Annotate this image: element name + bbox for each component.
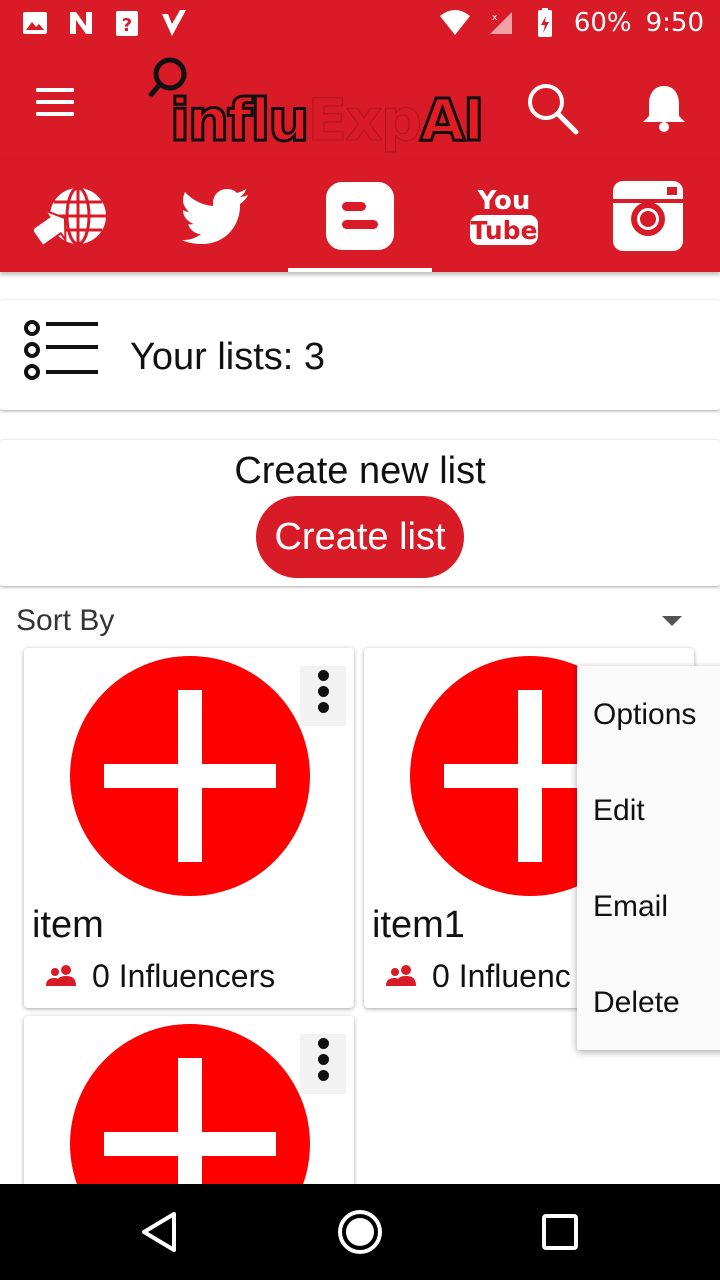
options-popup-menu: Options Edit Email Delete bbox=[577, 666, 720, 1050]
logo-part-3: AI bbox=[419, 85, 487, 156]
image-icon bbox=[23, 12, 47, 34]
app-bar: influExpAI bbox=[0, 50, 720, 160]
more-options-button[interactable] bbox=[300, 1034, 346, 1094]
add-icon bbox=[70, 1024, 310, 1196]
svg-text:x: x bbox=[492, 13, 498, 23]
list-item-name: item1 bbox=[372, 904, 465, 946]
blogger-icon bbox=[326, 182, 394, 250]
logo-part-2: Exp bbox=[307, 86, 423, 155]
platform-tabs: You Tube bbox=[0, 160, 720, 272]
menu-icon-line bbox=[36, 100, 74, 104]
youtube-you: You bbox=[477, 186, 531, 216]
list-item[interactable] bbox=[24, 1016, 354, 1196]
home-icon[interactable] bbox=[336, 1208, 384, 1256]
menu-icon-line bbox=[36, 88, 74, 92]
lists-count-label: Your lists: 3 bbox=[130, 336, 326, 378]
tab-youtube[interactable]: You Tube bbox=[432, 160, 576, 272]
wifi-icon bbox=[439, 10, 470, 35]
add-icon bbox=[70, 656, 310, 896]
menu-item-delete[interactable]: Delete bbox=[593, 986, 680, 1020]
list-icon bbox=[24, 320, 98, 380]
create-list-card: Create new list Create list bbox=[0, 440, 720, 586]
status-bar: ? x 60% 9:50 bbox=[0, 0, 720, 50]
battery-charging-icon bbox=[537, 8, 552, 37]
create-list-button[interactable]: Create list bbox=[256, 496, 464, 578]
dropdown-arrow-icon[interactable] bbox=[662, 616, 682, 626]
bell-icon[interactable] bbox=[636, 80, 692, 136]
logo-wordmark: influExpAI bbox=[169, 85, 487, 156]
tab-web[interactable] bbox=[0, 160, 144, 272]
logo-part-1: influ bbox=[169, 85, 312, 156]
globe-icon bbox=[34, 186, 106, 248]
more-options-button[interactable] bbox=[300, 666, 346, 726]
menu-icon-line bbox=[36, 112, 74, 116]
youtube-icon: You Tube bbox=[470, 186, 538, 245]
sort-by-dropdown[interactable]: Sort By bbox=[16, 604, 114, 638]
n-icon bbox=[70, 12, 92, 34]
tab-instagram[interactable] bbox=[576, 160, 720, 272]
tab-blogger[interactable] bbox=[288, 160, 432, 272]
tab-twitter[interactable] bbox=[144, 160, 288, 272]
help-box-icon: ? bbox=[116, 11, 138, 36]
back-icon[interactable] bbox=[136, 1208, 184, 1256]
list-item[interactable]: item 0 Influencers bbox=[24, 648, 354, 1008]
menu-item-edit[interactable]: Edit bbox=[593, 794, 645, 828]
svg-text:?: ? bbox=[122, 15, 132, 36]
twitter-icon bbox=[182, 189, 248, 244]
search-icon[interactable] bbox=[524, 80, 580, 136]
battery-percent: 60% bbox=[573, 8, 632, 38]
menu-item-email[interactable]: Email bbox=[593, 890, 668, 924]
create-list-title: Create new list bbox=[234, 450, 486, 492]
people-icon bbox=[386, 965, 416, 986]
screen: ? x 60% 9:50 influExpAI You Tube Your li… bbox=[0, 0, 720, 1280]
instagram-icon bbox=[613, 181, 683, 251]
clock: 9:50 bbox=[645, 8, 704, 38]
menu-item-options[interactable]: Options bbox=[593, 698, 696, 732]
system-nav-bar bbox=[0, 1184, 720, 1280]
youtube-tube: Tube bbox=[471, 216, 538, 245]
list-item-name: item bbox=[32, 904, 104, 946]
menu-button[interactable] bbox=[30, 88, 82, 122]
check-badge-icon bbox=[162, 10, 186, 36]
recents-icon[interactable] bbox=[536, 1208, 584, 1256]
people-icon bbox=[46, 965, 76, 986]
lists-summary-card: Your lists: 3 bbox=[0, 300, 720, 410]
influencer-count: 0 Influenc bbox=[432, 958, 571, 994]
signal-icon: x bbox=[489, 12, 512, 34]
app-logo: influExpAI bbox=[148, 56, 498, 156]
influencer-count: 0 Influencers bbox=[92, 958, 276, 994]
